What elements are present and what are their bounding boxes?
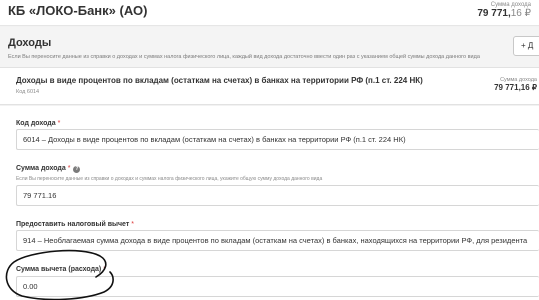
top-bar: КБ «ЛОКО-Банк» (АО) Сумма дохода 79 771,… bbox=[0, 0, 539, 26]
income-section-header: Доходы Если Вы переносите данные из спра… bbox=[0, 27, 539, 67]
header-income-sum-main: 79 771, bbox=[477, 8, 511, 19]
required-mark: * bbox=[103, 266, 106, 273]
deduction-amount-label: Сумма вычета (расхода) * bbox=[16, 266, 106, 273]
required-mark: * bbox=[67, 165, 71, 172]
income-code-select[interactable]: 6014 – Доходы в виде процентов по вклада… bbox=[16, 129, 539, 150]
add-income-button[interactable]: + Д bbox=[513, 36, 539, 56]
deduction-amount-input[interactable]: 0.00 bbox=[16, 276, 539, 297]
required-mark: * bbox=[131, 221, 134, 228]
income-card-sum-value: 79 771,16 ₽ bbox=[494, 83, 537, 92]
section-hint: Если Вы переносите данные из справки о д… bbox=[8, 54, 480, 60]
income-amount-hint: Если Вы переносите данные из справки о д… bbox=[16, 176, 323, 182]
tax-deduction-label: Предоставить налоговый вычет * bbox=[16, 221, 134, 228]
header-income-sum-value: 79 771,16 ₽ bbox=[477, 8, 531, 19]
income-card-code: Код 6014 bbox=[16, 89, 40, 95]
question-circle-icon[interactable]: ? bbox=[73, 166, 81, 173]
income-card[interactable]: Доходы в виде процентов по вкладам (оста… bbox=[0, 67, 539, 105]
income-card-sum: Сумма дохода 79 771,16 ₽ bbox=[494, 77, 537, 92]
income-card-name: Доходы в виде процентов по вкладам (оста… bbox=[16, 76, 423, 85]
deduction-amount-label-text: Сумма вычета (расхода) bbox=[16, 266, 102, 273]
income-form: Код дохода * 6014 – Доходы в виде процен… bbox=[0, 106, 539, 300]
bank-title: КБ «ЛОКО-Банк» (АО) bbox=[8, 3, 148, 18]
tax-deduction-label-text: Предоставить налоговый вычет bbox=[16, 221, 130, 228]
header-income-sum-cents: 16 ₽ bbox=[510, 8, 531, 19]
income-code-label-text: Код дохода bbox=[16, 120, 56, 127]
income-amount-label-text: Сумма дохода bbox=[16, 165, 66, 172]
income-amount-label: Сумма дохода *? bbox=[16, 165, 81, 173]
header-income-sum: Сумма дохода 79 771,16 ₽ bbox=[477, 2, 531, 19]
tax-deduction-select[interactable]: 914 – Необлагаемая сумма дохода в виде п… bbox=[16, 230, 539, 251]
section-title: Доходы bbox=[8, 37, 52, 49]
income-amount-input[interactable]: 79 771.16 bbox=[16, 185, 539, 206]
required-mark: * bbox=[57, 120, 61, 127]
income-code-label: Код дохода * bbox=[16, 120, 60, 127]
